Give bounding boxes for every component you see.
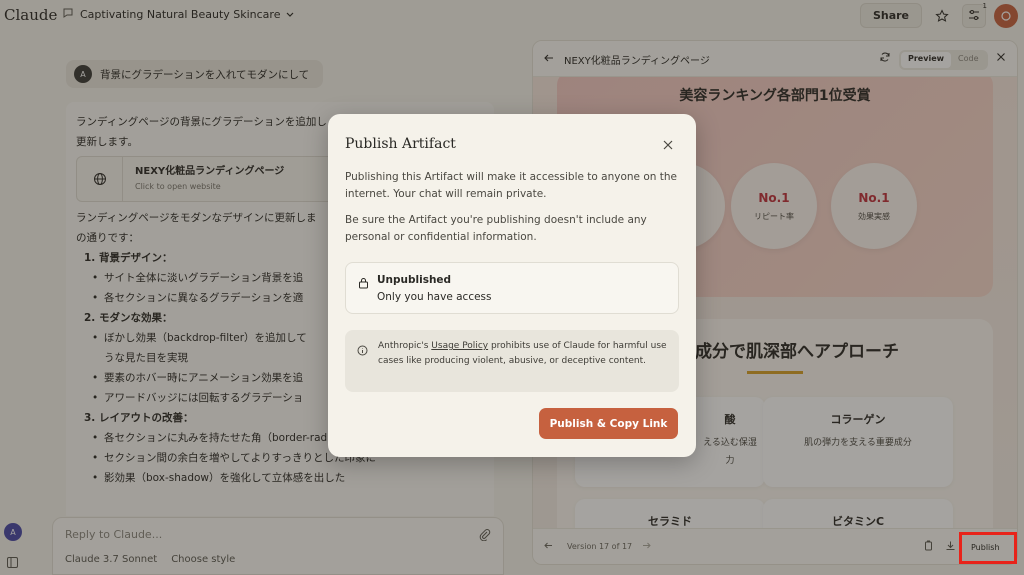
close-icon[interactable] (662, 136, 674, 155)
publish-button-highlight (959, 532, 1017, 564)
status-title: Unpublished (377, 274, 452, 286)
lock-icon (358, 274, 369, 293)
dialog-warning: Be sure the Artifact you're publishing d… (345, 214, 647, 243)
publish-status: Unpublished Only you have access (345, 262, 679, 314)
policy-text-pre: Anthropic's (378, 341, 432, 351)
dialog-description: Publishing this Artifact will make it ac… (345, 171, 677, 200)
status-subtitle: Only you have access (377, 291, 492, 303)
publish-copy-link-button[interactable]: Publish & Copy Link (539, 408, 678, 439)
usage-policy-link[interactable]: Usage Policy (431, 341, 488, 351)
publish-artifact-dialog: Publish Artifact Publishing this Artifac… (328, 114, 696, 457)
policy-text: Anthropic's Usage Policy prohibits use o… (378, 339, 668, 369)
dialog-title: Publish Artifact (345, 136, 456, 152)
usage-policy-notice: Anthropic's Usage Policy prohibits use o… (345, 330, 679, 392)
info-icon (357, 341, 368, 360)
